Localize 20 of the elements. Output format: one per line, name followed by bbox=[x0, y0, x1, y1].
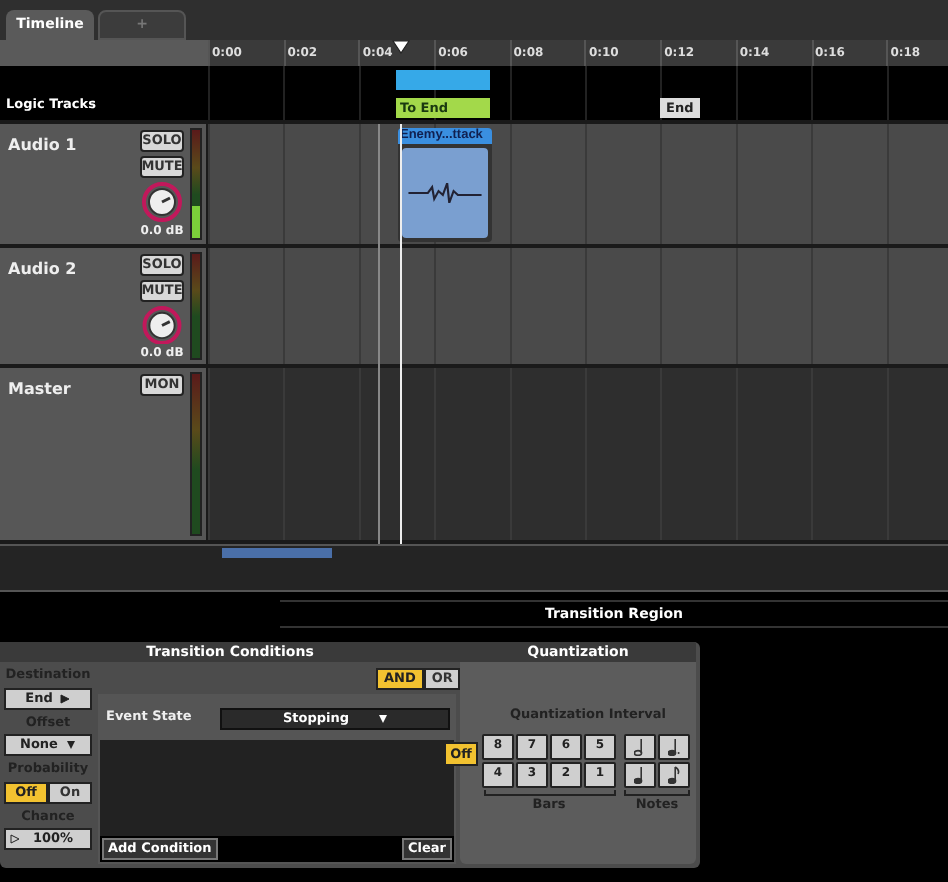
caret-icon bbox=[377, 713, 388, 723]
music-note-icon bbox=[668, 737, 680, 756]
note-length-button[interactable] bbox=[624, 761, 656, 788]
music-note-icon bbox=[668, 765, 680, 784]
track-name: Master bbox=[8, 378, 73, 402]
music-note-icon bbox=[634, 765, 646, 784]
volume-knob-icon[interactable] bbox=[142, 182, 182, 222]
note-length-button[interactable] bbox=[624, 733, 656, 760]
caret-icon bbox=[65, 740, 76, 750]
track-name: Audio 1 bbox=[8, 134, 79, 158]
note-length-button[interactable] bbox=[658, 761, 690, 788]
note-length-button[interactable] bbox=[658, 733, 690, 760]
track-name: Audio 2 bbox=[8, 258, 79, 282]
volume-knob-icon[interactable] bbox=[142, 305, 182, 344]
bracket-line bbox=[483, 789, 615, 796]
play-arrow-icon bbox=[60, 693, 71, 703]
play-arrow-icon bbox=[10, 834, 20, 844]
music-note-icon bbox=[634, 737, 646, 756]
bracket-line bbox=[624, 789, 690, 796]
waveform-drawing bbox=[402, 148, 488, 238]
